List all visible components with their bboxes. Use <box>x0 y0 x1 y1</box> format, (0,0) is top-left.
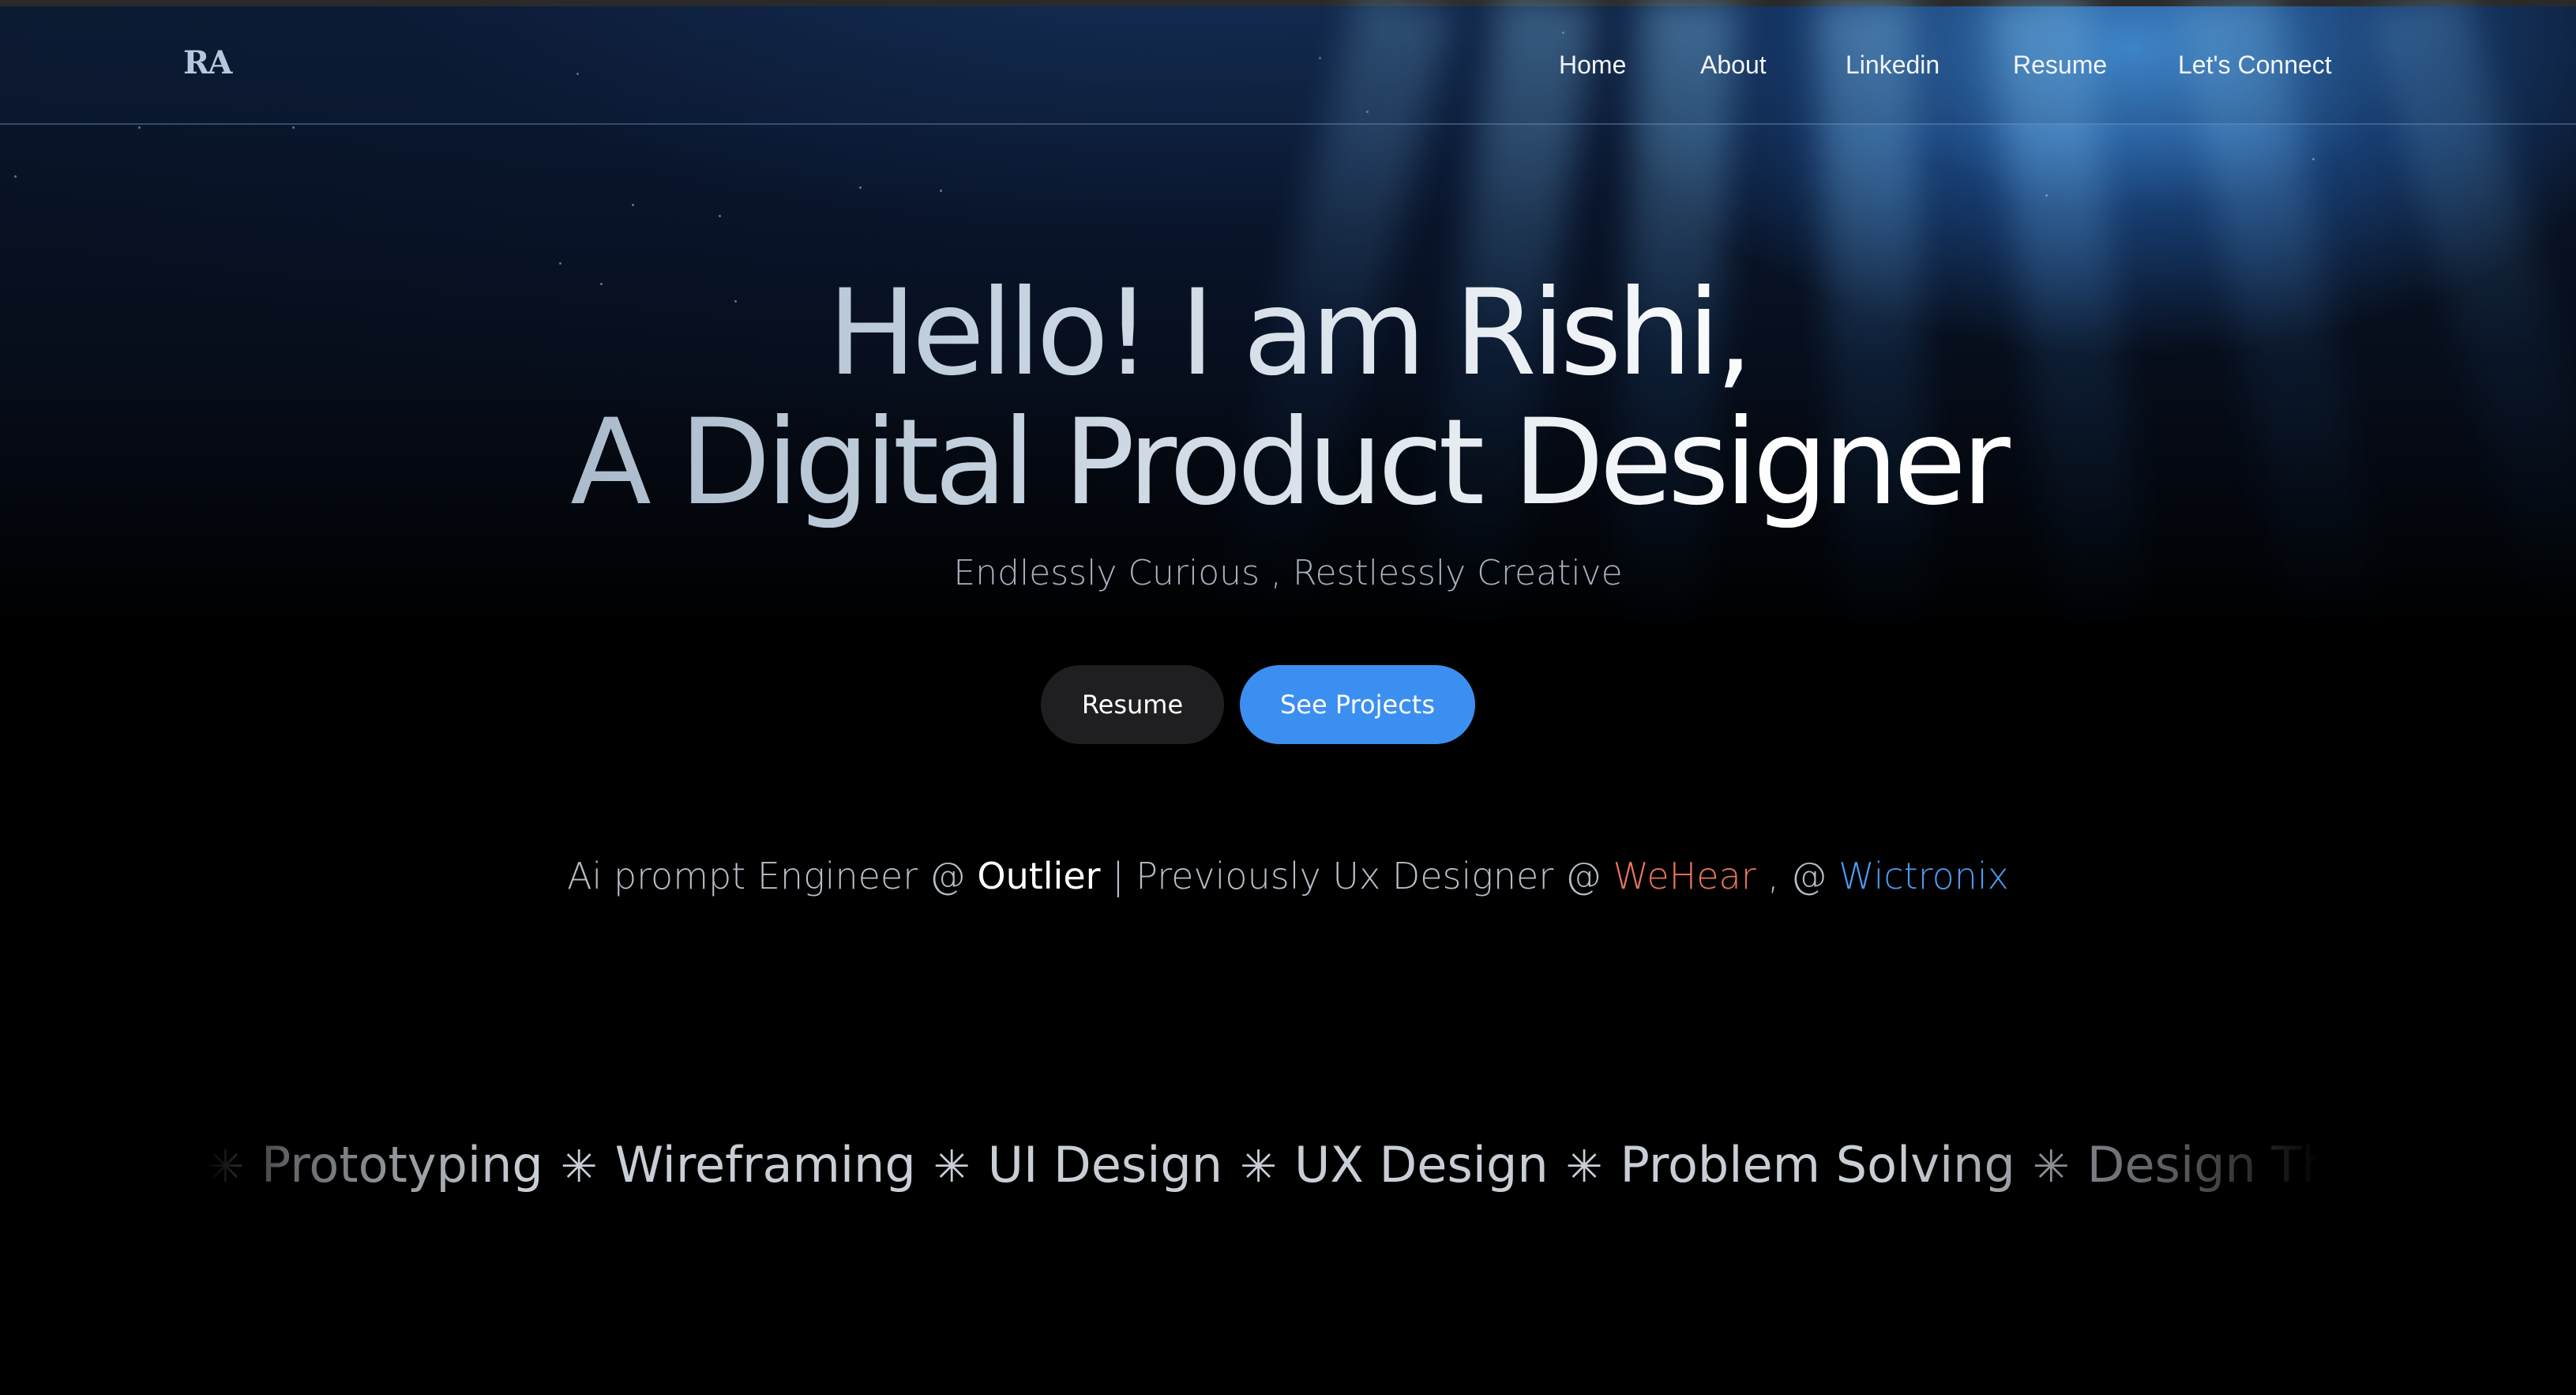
previous-role: Previously Ux Designer @ <box>1136 855 1613 897</box>
company-wictronix: Wictronix <box>1838 855 2009 897</box>
company-wehear: WeHear <box>1613 855 1756 897</box>
skill-item: UX Design <box>1294 1136 1549 1194</box>
nav-item-resume[interactable]: Resume <box>2013 51 2107 80</box>
company-outlier: Outlier <box>977 855 1101 897</box>
skill-item: Wireframing <box>614 1136 916 1194</box>
star-separator-icon: ✳ <box>933 1141 971 1193</box>
star-separator-icon: ✳ <box>2032 1141 2070 1193</box>
top-navbar: RA Home About Linkedin Resume Let's Conn… <box>0 6 2576 125</box>
headline-line-1: Hello! I am Rishi, <box>0 269 2576 398</box>
hero-tagline: Endlessly Curious , Restlessly Creative <box>953 553 1623 593</box>
see-projects-button[interactable]: See Projects <box>1240 665 1475 744</box>
page: RA Home About Linkedin Resume Let's Conn… <box>0 0 2576 1395</box>
roles-divider: | <box>1100 855 1136 897</box>
skill-item: Problem Solving <box>1620 1136 2015 1194</box>
nav-item-linkedin[interactable]: Linkedin <box>1846 51 1940 80</box>
skill-item: Prototyping <box>261 1136 543 1194</box>
star-separator-icon: ✳ <box>207 1141 244 1193</box>
hero-headline: Hello! I am Rishi, A Digital Product Des… <box>0 269 2576 528</box>
window-top-strip <box>0 0 2576 6</box>
nav-item-home[interactable]: Home <box>1559 51 1626 80</box>
nav-item-lets-connect[interactable]: Let's Connect <box>2178 51 2332 80</box>
nav-item-about[interactable]: About <box>1700 51 1767 80</box>
star-separator-icon: ✳ <box>560 1141 598 1193</box>
roles-joiner: , @ <box>1756 855 1839 897</box>
roles-line: Ai prompt Engineer @ Outlier | Previousl… <box>0 855 2576 897</box>
headline-line-2: A Digital Product Designer <box>0 398 2576 528</box>
logo[interactable]: RA <box>183 44 232 81</box>
skill-item: Design Thinking <box>2086 1136 2322 1194</box>
skills-marquee: ✳ Prototyping ✳ Wireframing ✳ UI Design ✳ UX De… <box>205 1130 2322 1201</box>
star-separator-icon: ✳ <box>1240 1141 1277 1193</box>
resume-button[interactable]: Resume <box>1041 665 1224 744</box>
skills-track: ✳ Prototyping ✳ Wireframing ✳ UI Design ✳ UX De… <box>205 1130 2322 1201</box>
skill-item: UI Design <box>987 1136 1223 1194</box>
star-separator-icon: ✳ <box>1565 1141 1603 1193</box>
current-role: Ai prompt Engineer @ <box>567 855 978 897</box>
